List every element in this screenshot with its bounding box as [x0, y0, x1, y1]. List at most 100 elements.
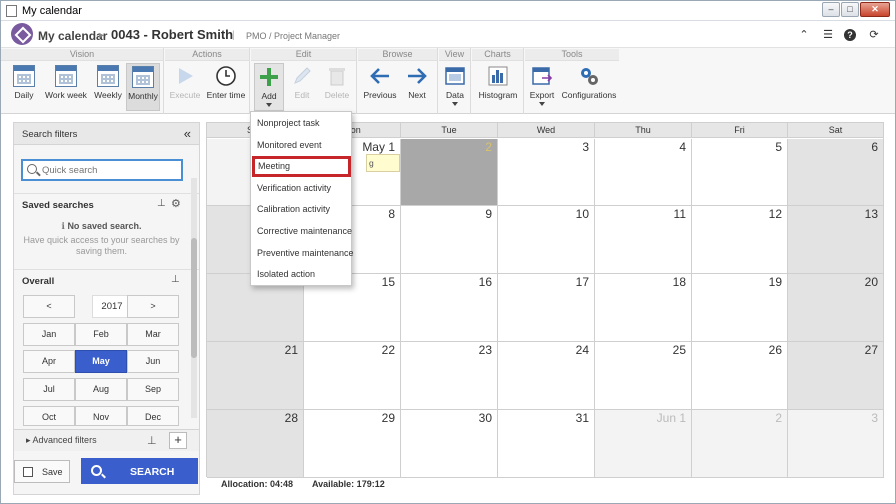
delete-button[interactable]: Delete — [321, 63, 353, 111]
menu-item-preventive-maintenance[interactable]: Preventive maintenance — [251, 243, 354, 264]
quick-search-field[interactable] — [42, 163, 178, 177]
enter-time-button[interactable]: Enter time — [205, 63, 247, 111]
histogram-button[interactable]: Histogram — [476, 63, 520, 111]
calendar-day-cell[interactable]: 18 — [595, 274, 692, 342]
search-icon — [27, 164, 37, 174]
calendar-day-cell[interactable]: 6 — [788, 139, 884, 206]
month-jun[interactable]: Jun — [127, 350, 179, 373]
button-label: Add — [261, 91, 277, 101]
calendar-day-cell[interactable]: 19 — [692, 274, 788, 342]
dropdown-arrow-icon — [266, 103, 272, 107]
calendar-day-cell[interactable]: 29 — [304, 410, 401, 478]
calendar-day-cell[interactable]: 21 — [207, 342, 304, 410]
calendar-event[interactable]: g — [366, 154, 400, 172]
save-label: Save — [42, 467, 63, 477]
button-label: Work week — [45, 90, 87, 100]
month-may[interactable]: May — [75, 350, 127, 373]
collapse-icon[interactable]: ⌃ — [797, 28, 811, 42]
month-dec[interactable]: Dec — [127, 406, 179, 426]
collapse-panel-icon[interactable]: « — [184, 126, 191, 141]
menu-item-verification-activity[interactable]: Verification activity — [251, 178, 351, 199]
month-jul[interactable]: Jul — [23, 378, 75, 401]
calendar-day-cell[interactable]: 9 — [401, 206, 498, 274]
scroll-thumb[interactable] — [191, 238, 197, 358]
maximize-button[interactable]: □ — [841, 2, 859, 17]
calendar-day-cell[interactable]: 22 — [304, 342, 401, 410]
prev-year-button[interactable]: < — [23, 295, 75, 318]
calendar-day-cell[interactable]: 16 — [401, 274, 498, 342]
help-icon[interactable]: ? — [844, 29, 856, 41]
calendar-day-cell[interactable]: 3 — [788, 410, 884, 478]
calendar-day-cell[interactable]: 27 — [788, 342, 884, 410]
menu-item-isolated-action[interactable]: Isolated action — [251, 264, 351, 285]
next-year-button[interactable]: > — [127, 295, 179, 318]
menu-item-meeting[interactable]: Meeting — [252, 156, 351, 178]
clear-icon[interactable]: ⊥ — [147, 434, 157, 447]
weekly-button[interactable]: Weekly — [91, 63, 125, 111]
clear-icon[interactable]: ⊥ — [157, 198, 166, 209]
menu-item-monitored-event[interactable]: Monitored event — [251, 135, 351, 156]
calendar-day-cell[interactable]: 10 — [498, 206, 595, 274]
export-button[interactable]: Export — [527, 63, 557, 111]
menu-item-nonproject-task[interactable]: Nonproject task — [251, 113, 351, 134]
list-icon[interactable]: ☰ — [821, 28, 835, 42]
search-button[interactable]: SEARCH — [81, 458, 198, 484]
advanced-filters-bar[interactable]: ▸ Advanced filters ⊥ + — [14, 429, 199, 451]
menu-item-calibration-activity[interactable]: Calibration activity — [251, 199, 351, 220]
daily-button[interactable]: Daily — [7, 63, 41, 111]
calendar-day-cell[interactable]: 13 — [788, 206, 884, 274]
calendar-day-cell[interactable]: 11 — [595, 206, 692, 274]
calendar-day-cell[interactable]: 3 — [498, 139, 595, 206]
calendar-day-cell[interactable]: 5 — [692, 139, 788, 206]
quick-search-input[interactable] — [21, 159, 183, 181]
month-sep[interactable]: Sep — [127, 378, 179, 401]
calendar-day-cell[interactable]: 23 — [401, 342, 498, 410]
month-mar[interactable]: Mar — [127, 323, 179, 346]
data-button[interactable]: Data — [441, 63, 469, 111]
calendar-day-cell[interactable]: 20 — [788, 274, 884, 342]
month-jan[interactable]: Jan — [23, 323, 75, 346]
day-number: 17 — [575, 275, 589, 289]
calendar-day-cell[interactable]: 30 — [401, 410, 498, 478]
calendar-day-cell[interactable]: 2 — [401, 139, 498, 206]
month-nov[interactable]: Nov — [75, 406, 127, 426]
gear-icon[interactable]: ⚙ — [171, 197, 181, 210]
calendar-day-cell[interactable]: 25 — [595, 342, 692, 410]
calendar-day-cell[interactable]: 12 — [692, 206, 788, 274]
close-button[interactable]: ✕ — [860, 2, 890, 17]
calendar-day-cell[interactable]: 31 — [498, 410, 595, 478]
calendar-day-cell[interactable]: Jun 1 — [595, 410, 692, 478]
calendar-day-cell[interactable]: 26 — [692, 342, 788, 410]
calendar-day-cell[interactable]: 17 — [498, 274, 595, 342]
next-button[interactable]: Next — [402, 63, 432, 111]
edit-button[interactable]: Edit — [287, 63, 317, 111]
monthly-button[interactable]: Monthly — [126, 63, 160, 111]
day-number: 22 — [381, 343, 395, 357]
day-number: 11 — [673, 207, 686, 221]
calendar-day-cell[interactable]: 28 — [207, 410, 304, 478]
month-feb[interactable]: Feb — [75, 323, 127, 346]
month-aug[interactable]: Aug — [75, 378, 127, 401]
work-week-button[interactable]: Work week — [45, 63, 87, 111]
save-button[interactable]: Save — [14, 460, 70, 483]
refresh-icon[interactable]: ⟳ — [867, 28, 881, 42]
add-button[interactable]: Add — [254, 63, 284, 111]
day-number: 5 — [775, 140, 782, 154]
calendar-day-cell[interactable]: 24 — [498, 342, 595, 410]
plus-icon — [260, 68, 278, 86]
sidebar-scrollbar[interactable] — [191, 178, 197, 418]
menu-item-corrective-maintenance[interactable]: Corrective maintenance — [251, 221, 352, 242]
execute-button[interactable]: Execute — [168, 63, 202, 111]
minimize-button[interactable]: – — [822, 2, 840, 17]
clear-icon[interactable]: ⊥ — [171, 274, 180, 285]
calendar-day-cell[interactable]: 4 — [595, 139, 692, 206]
month-apr[interactable]: Apr — [23, 350, 75, 373]
advanced-filters-label: ▸ Advanced filters — [26, 435, 97, 445]
configurations-button[interactable]: Configurations — [561, 63, 617, 111]
calendar-day-cell[interactable]: 2 — [692, 410, 788, 478]
weekday-fri: Fri — [692, 123, 788, 138]
previous-button[interactable]: Previous — [361, 63, 399, 111]
save-icon — [23, 467, 33, 477]
add-filter-button[interactable]: + — [169, 432, 187, 449]
month-oct[interactable]: Oct — [23, 406, 75, 426]
